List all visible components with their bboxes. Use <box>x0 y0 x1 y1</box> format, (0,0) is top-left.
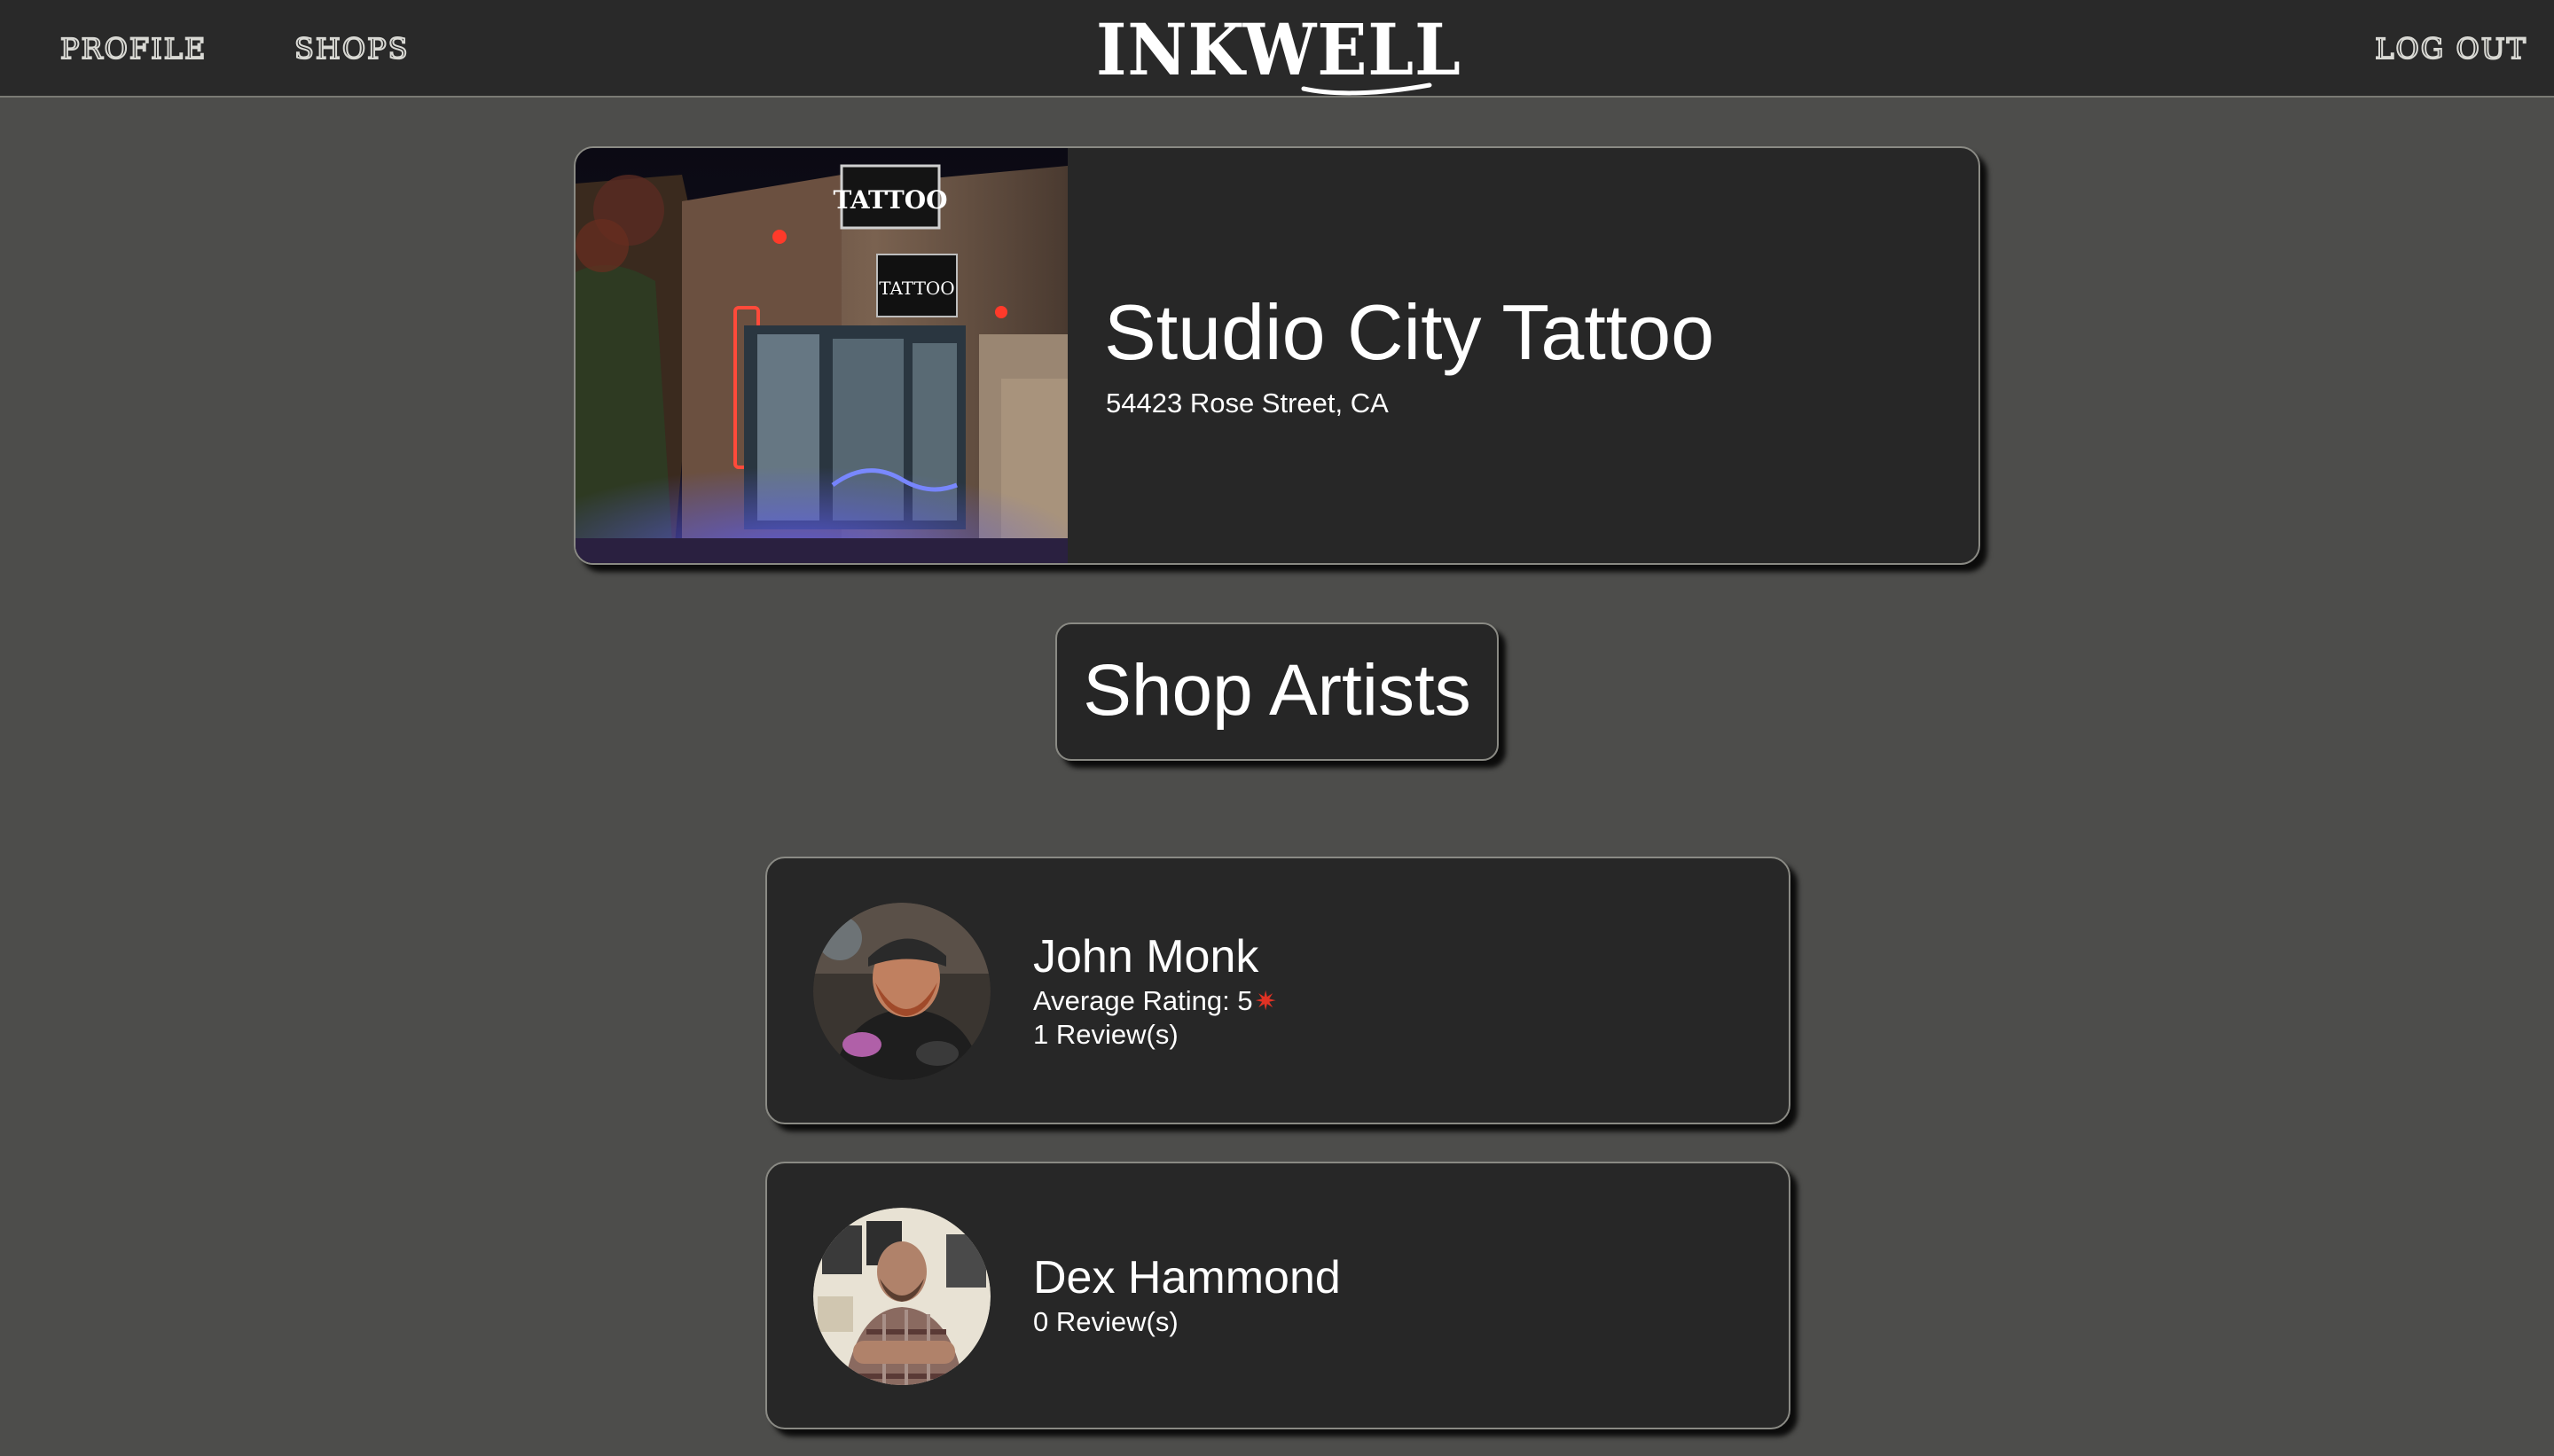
shop-storefront-photo: TATTOO TATTOO <box>576 148 1068 563</box>
top-navbar: PROFILE SHOPS INKWELL LOG OUT <box>0 0 2554 98</box>
artist-info: Dex Hammond 0 Review(s) <box>1033 1250 1341 1339</box>
artist-info: John Monk Average Rating: 5✷ 1 Review(s) <box>1033 929 1277 1052</box>
artist-card-dex-hammond[interactable]: Dex Hammond 0 Review(s) <box>765 1162 1790 1429</box>
artist-avatar <box>813 1208 991 1385</box>
artist-review-count: 0 Review(s) <box>1033 1306 1179 1337</box>
artist-name: John Monk <box>1033 931 1259 982</box>
artist-rating-label: Average Rating: 5 <box>1033 985 1253 1016</box>
svg-text:TATTOO: TATTOO <box>879 278 954 299</box>
shop-header-card: TATTOO TATTOO Studio City Tattoo 54423 R… <box>574 146 1980 565</box>
shop-address: 54423 Rose Street, CA <box>1106 387 1389 419</box>
inkwell-logo[interactable]: INKWELL <box>1096 9 1461 96</box>
logo-swash-icon <box>1301 82 1432 96</box>
artist-avatar <box>813 903 991 1080</box>
nav-logout-link[interactable]: LOG OUT <box>2374 27 2527 71</box>
artist-review-count: 1 Review(s) <box>1033 1019 1179 1050</box>
artist-card-john-monk[interactable]: John Monk Average Rating: 5✷ 1 Review(s) <box>765 857 1790 1124</box>
artist-rating: Average Rating: 5✷ <box>1033 984 1277 1018</box>
shop-photo-sign-text: TATTOO <box>834 185 948 215</box>
nav-profile-link[interactable]: PROFILE <box>59 27 207 71</box>
artist-name: Dex Hammond <box>1033 1252 1341 1303</box>
nav-shops-link[interactable]: SHOPS <box>294 27 410 71</box>
shop-artists-button[interactable]: Shop Artists <box>1055 622 1499 761</box>
star-icon: ✷ <box>1254 987 1277 1016</box>
shop-name: Studio City Tattoo <box>1104 288 1715 376</box>
